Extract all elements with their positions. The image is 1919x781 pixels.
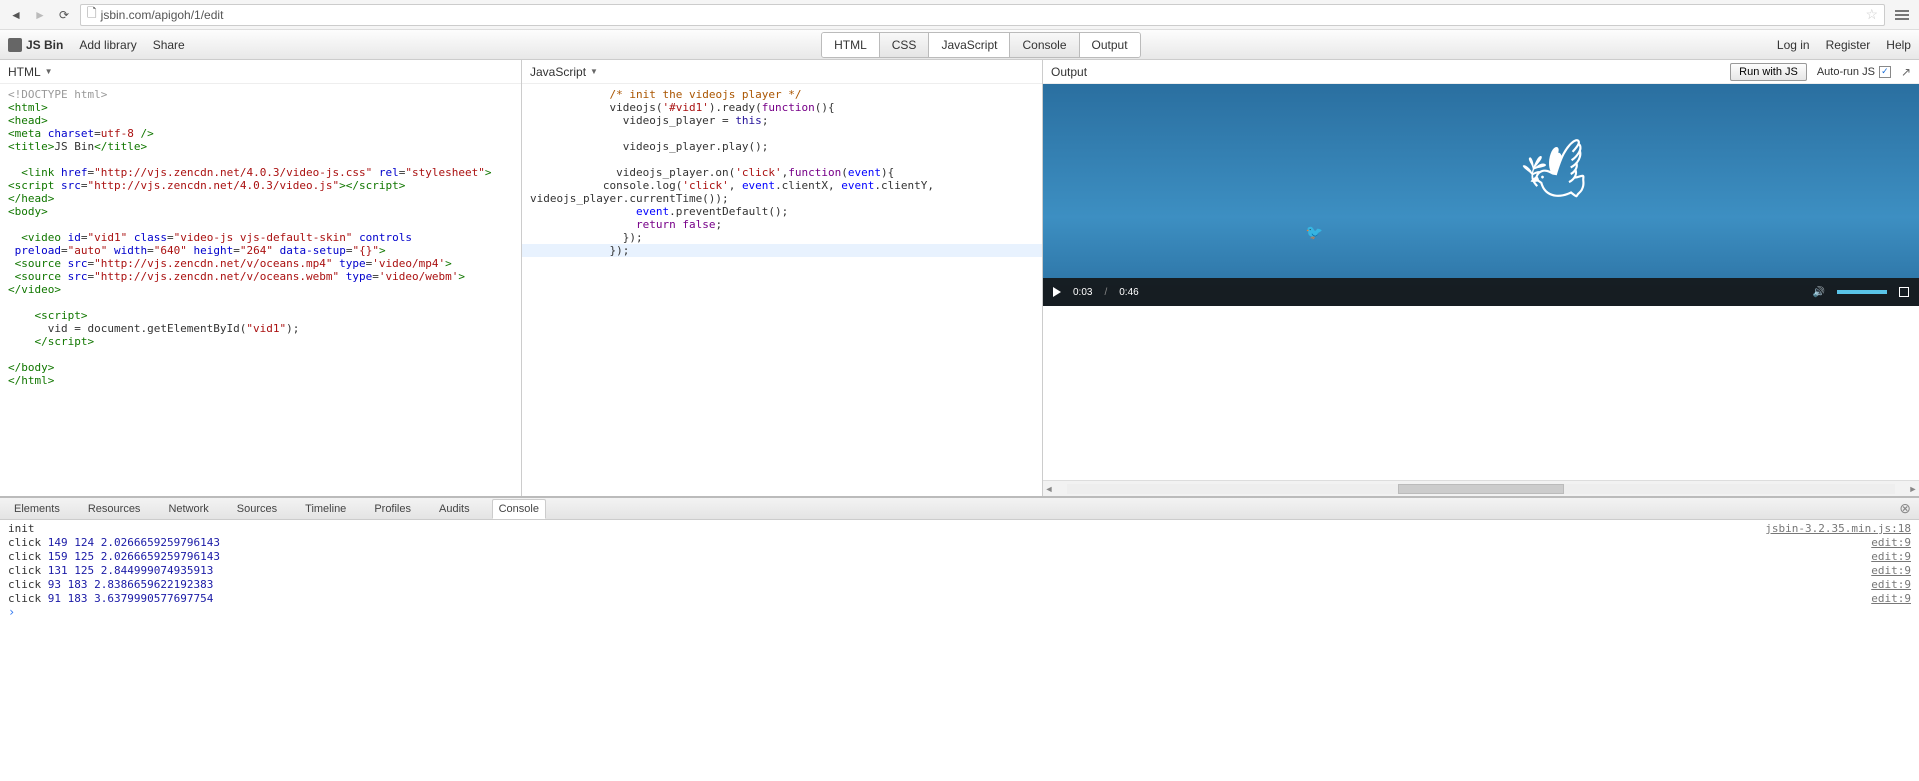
devtools-tab-timeline[interactable]: Timeline xyxy=(299,500,352,518)
chrome-menu-icon[interactable] xyxy=(1893,7,1911,23)
time-separator: / xyxy=(1104,287,1107,298)
jsbin-logo[interactable]: JS Bin xyxy=(8,38,63,52)
login-link[interactable]: Log in xyxy=(1777,38,1810,52)
chevron-down-icon: ▼ xyxy=(590,67,598,76)
video-controls: 0:03 / 0:46 🔊 xyxy=(1043,278,1919,306)
console-row: click 159 125 2.0266659259796143 edit:9 xyxy=(8,550,1911,564)
fullscreen-button[interactable] xyxy=(1899,287,1909,297)
jsbin-logo-text: JS Bin xyxy=(26,38,63,52)
console-source-link[interactable]: edit:9 xyxy=(1871,536,1911,550)
autorun-checkbox[interactable]: ✓ xyxy=(1879,66,1891,78)
console-source-link[interactable]: edit:9 xyxy=(1871,578,1911,592)
panel-tab-console[interactable]: Console xyxy=(1010,33,1079,57)
console-row: click 91 183 3.6379990577697754 edit:9 xyxy=(8,592,1911,605)
bookmark-star-icon[interactable]: ☆ xyxy=(1865,6,1878,23)
url-text: jsbin.com/apigoh/1/edit xyxy=(101,8,1862,22)
play-button[interactable] xyxy=(1053,287,1061,297)
javascript-panel-header: JavaScript ▼ xyxy=(522,60,1042,84)
javascript-code-editor[interactable]: /* init the videojs player */ videojs('#… xyxy=(522,84,1042,496)
devtools-console[interactable]: init jsbin-3.2.35.min.js:18 click 149 12… xyxy=(0,520,1919,605)
console-row: click 149 124 2.0266659259796143 edit:9 xyxy=(8,536,1911,550)
html-code-editor[interactable]: <!DOCTYPE html> <html> <head> <meta char… xyxy=(0,84,521,496)
popout-icon[interactable]: ↗ xyxy=(1901,65,1911,79)
console-row: click 131 125 2.844999074935913 edit:9 xyxy=(8,564,1911,578)
devtools-tab-console[interactable]: Console xyxy=(492,499,546,519)
run-with-js-button[interactable]: Run with JS xyxy=(1730,63,1807,81)
output-horizontal-scrollbar[interactable]: ◄ ► xyxy=(1043,480,1919,496)
devtools-tab-elements[interactable]: Elements xyxy=(8,500,66,518)
panel-tab-css[interactable]: CSS xyxy=(880,33,930,57)
scroll-left-arrow[interactable]: ◄ xyxy=(1043,484,1055,494)
page-icon: 🗋 xyxy=(87,4,97,25)
video-current-time: 0:03 xyxy=(1073,287,1092,298)
panel-tab-javascript[interactable]: JavaScript xyxy=(929,33,1010,57)
help-link[interactable]: Help xyxy=(1886,38,1911,52)
scroll-track[interactable] xyxy=(1067,484,1895,494)
jsbin-toolbar: JS Bin Add library Share HTML CSS JavaSc… xyxy=(0,30,1919,60)
devtools-tab-sources[interactable]: Sources xyxy=(231,500,283,518)
video-frame-content: 🐦 xyxy=(1306,224,1323,241)
main-area: HTML ▼ <!DOCTYPE html> <html> <head> <me… xyxy=(0,60,1919,496)
video-duration: 0:46 xyxy=(1119,287,1138,298)
panel-tab-output[interactable]: Output xyxy=(1080,33,1140,57)
volume-slider[interactable] xyxy=(1837,290,1887,294)
register-link[interactable]: Register xyxy=(1826,38,1871,52)
scroll-right-arrow[interactable]: ► xyxy=(1907,484,1919,494)
share-button[interactable]: Share xyxy=(153,38,185,52)
devtools-close-icon[interactable]: ⊗ xyxy=(1899,500,1911,517)
chevron-down-icon: ▼ xyxy=(45,67,53,76)
html-panel: HTML ▼ <!DOCTYPE html> <html> <head> <me… xyxy=(0,60,522,496)
panel-tabs: HTML CSS JavaScript Console Output xyxy=(821,32,1140,58)
output-panel-header: Output Run with JS Auto-run JS ✓ ↗ xyxy=(1043,60,1919,84)
devtools-tabs: Elements Resources Network Sources Timel… xyxy=(0,498,1919,520)
panel-tab-html[interactable]: HTML xyxy=(822,33,880,57)
output-body: 🕊 🐦 0:03 / 0:46 🔊 ◄ xyxy=(1043,84,1919,496)
browser-chrome: ◄ ► ⟳ 🗋 jsbin.com/apigoh/1/edit ☆ xyxy=(0,0,1919,30)
html-panel-title[interactable]: HTML ▼ xyxy=(8,65,53,79)
add-library-button[interactable]: Add library xyxy=(79,38,136,52)
console-source-link[interactable]: jsbin-3.2.35.min.js:18 xyxy=(1765,522,1911,536)
console-row: init jsbin-3.2.35.min.js:18 xyxy=(8,522,1911,536)
devtools-tab-profiles[interactable]: Profiles xyxy=(368,500,417,518)
video-player[interactable]: 🕊 🐦 0:03 / 0:46 🔊 xyxy=(1043,84,1919,306)
html-panel-header: HTML ▼ xyxy=(0,60,521,84)
javascript-panel: JavaScript ▼ /* init the videojs player … xyxy=(522,60,1043,496)
scroll-thumb[interactable] xyxy=(1398,484,1564,494)
video-frame-content: 🕊 xyxy=(1516,134,1602,217)
devtools-tab-network[interactable]: Network xyxy=(162,500,214,518)
autorun-toggle[interactable]: Auto-run JS ✓ xyxy=(1817,66,1891,78)
devtools: Elements Resources Network Sources Timel… xyxy=(0,496,1919,619)
forward-button[interactable]: ► xyxy=(32,7,48,23)
jsbin-logo-icon xyxy=(8,38,22,52)
console-source-link[interactable]: edit:9 xyxy=(1871,550,1911,564)
output-panel-title: Output xyxy=(1051,65,1087,79)
console-row: click 93 183 2.8386659622192383 edit:9 xyxy=(8,578,1911,592)
javascript-panel-title[interactable]: JavaScript ▼ xyxy=(530,65,598,79)
volume-icon[interactable]: 🔊 xyxy=(1813,287,1825,298)
console-prompt[interactable]: › xyxy=(0,605,1919,619)
url-bar[interactable]: 🗋 jsbin.com/apigoh/1/edit ☆ xyxy=(80,4,1885,26)
console-source-link[interactable]: edit:9 xyxy=(1871,592,1911,605)
back-button[interactable]: ◄ xyxy=(8,7,24,23)
devtools-tab-audits[interactable]: Audits xyxy=(433,500,476,518)
devtools-tab-resources[interactable]: Resources xyxy=(82,500,147,518)
output-panel: Output Run with JS Auto-run JS ✓ ↗ 🕊 🐦 0… xyxy=(1043,60,1919,496)
reload-button[interactable]: ⟳ xyxy=(56,7,72,23)
console-source-link[interactable]: edit:9 xyxy=(1871,564,1911,578)
